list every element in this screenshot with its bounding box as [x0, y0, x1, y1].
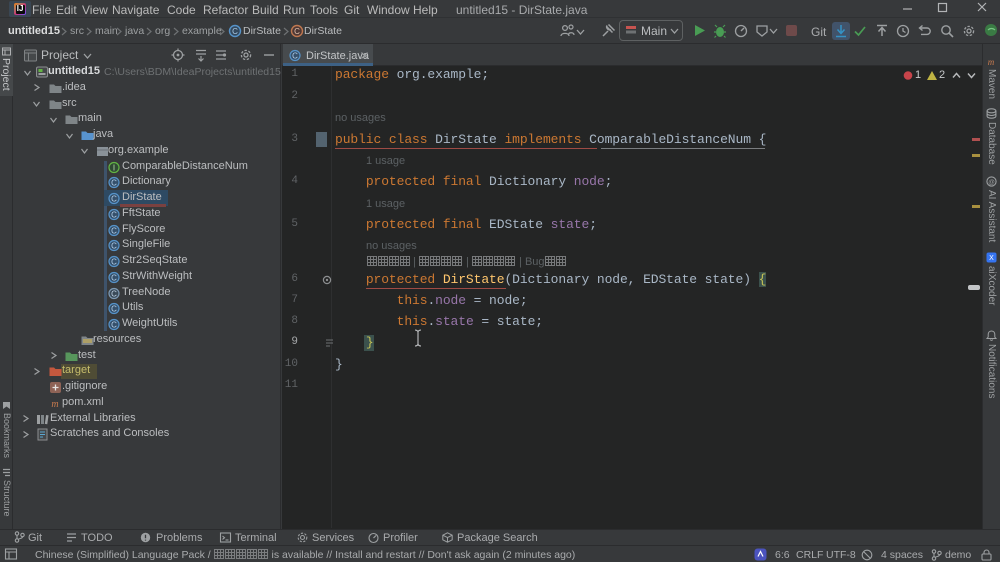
svg-text:C: C [292, 52, 298, 61]
svg-text:m: m [988, 57, 995, 67]
svg-text:C: C [111, 321, 117, 330]
svg-text:C: C [111, 305, 117, 314]
svg-text:X: X [989, 255, 994, 262]
svg-text:C: C [232, 27, 238, 36]
svg-text:C: C [111, 226, 117, 235]
svg-text:C: C [111, 242, 117, 251]
svg-text:C: C [111, 179, 117, 188]
svg-text:I: I [113, 163, 115, 172]
svg-text:C: C [111, 289, 117, 298]
svg-text:@: @ [988, 179, 995, 186]
svg-text:C: C [294, 27, 300, 36]
svg-text:C: C [111, 195, 117, 204]
svg-text:m: m [51, 399, 58, 410]
svg-text:C: C [111, 258, 117, 267]
svg-text:C: C [111, 210, 117, 219]
svg-text:C: C [111, 273, 117, 282]
